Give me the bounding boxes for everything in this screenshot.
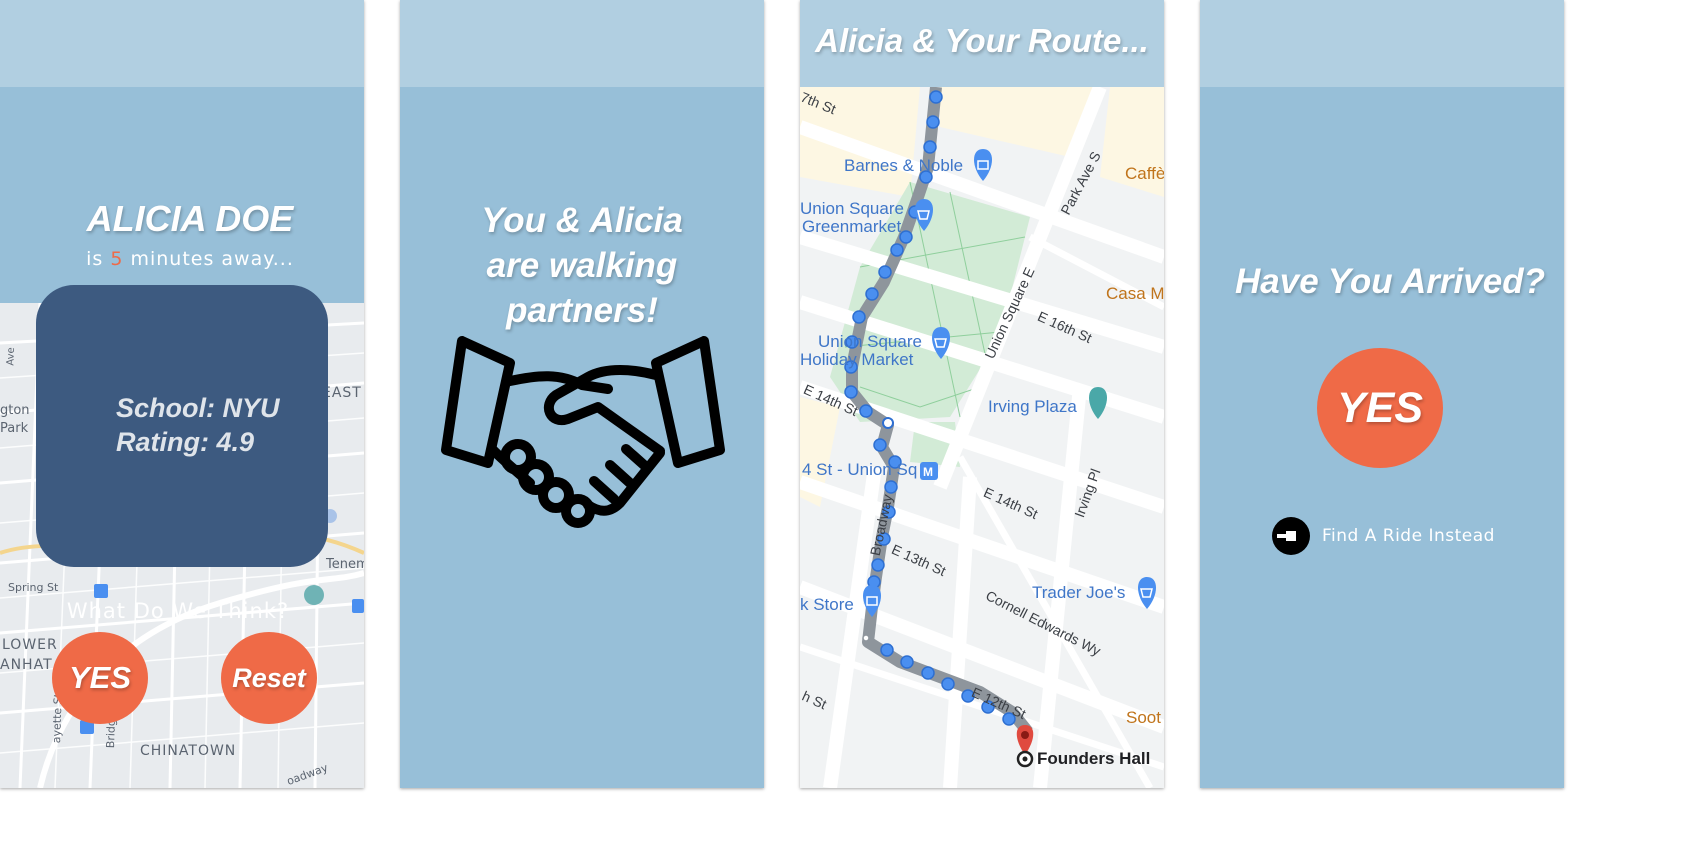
screen-arrival: Have You Arrived? YES Find A Ride Instea… bbox=[1200, 0, 1564, 788]
map-label-spring-st: Spring St bbox=[8, 581, 59, 594]
map-label-chinatown: CHINATOWN bbox=[140, 743, 237, 759]
rating-text: Rating: 4.9 bbox=[116, 427, 255, 457]
arrived-yes-button[interactable]: YES bbox=[1317, 348, 1443, 468]
poi-greenmarket-line-1[interactable]: Union Square bbox=[800, 200, 904, 218]
poi-union-sq-subway[interactable]: 4 St - Union Sq bbox=[802, 461, 917, 479]
map-label-ave: Ave bbox=[5, 347, 17, 366]
eta-text: is 5 minutes away... bbox=[0, 248, 364, 270]
poi-k-store[interactable]: k Store bbox=[800, 596, 854, 614]
poi-holiday-market-line-2[interactable]: Holiday Market bbox=[800, 351, 913, 369]
poi-irving-plaza[interactable]: Irving Plaza bbox=[988, 398, 1077, 416]
poi-soot[interactable]: Soot bbox=[1126, 708, 1161, 728]
match-line-1: You & Alicia bbox=[481, 201, 683, 240]
uber-icon bbox=[1272, 517, 1310, 555]
map-label-gton: gton bbox=[0, 403, 30, 418]
poi-casa[interactable]: Casa M bbox=[1106, 284, 1164, 304]
poi-caffe[interactable]: Caffè bbox=[1125, 164, 1164, 184]
screen-route: Alicia & Your Route... M Barnes & Noble … bbox=[800, 0, 1164, 788]
partner-name: ALICIA DOE bbox=[86, 198, 294, 239]
eta-minutes: 5 bbox=[110, 248, 124, 270]
map-label-park: Park bbox=[0, 421, 29, 436]
match-message: You & Alicia are walking partners! bbox=[400, 198, 764, 333]
destination-founders-hall[interactable]: Founders Hall bbox=[1037, 749, 1150, 769]
top-bar bbox=[400, 0, 764, 87]
handshake-icon bbox=[441, 336, 725, 528]
route-title: Alicia & Your Route... bbox=[815, 22, 1149, 59]
reset-button[interactable]: Reset bbox=[221, 632, 317, 724]
screen-match: You & Alicia are walking partners! bbox=[400, 0, 764, 788]
map-label-lower: LOWER bbox=[2, 637, 58, 653]
top-bar bbox=[1200, 0, 1564, 87]
arrival-question: Have You Arrived? bbox=[1235, 262, 1545, 301]
svg-text:M: M bbox=[923, 465, 933, 479]
find-ride-label: Find A Ride Instead bbox=[1322, 526, 1495, 546]
eta-prefix: is bbox=[86, 248, 111, 270]
school-text: School: NYU bbox=[116, 393, 280, 423]
partner-info-card: School: NYU Rating: 4.9 bbox=[36, 285, 328, 567]
poi-barnes-noble[interactable]: Barnes & Noble bbox=[844, 157, 963, 175]
yes-button[interactable]: YES bbox=[52, 632, 148, 724]
poi-greenmarket-line-2[interactable]: Greenmarket bbox=[802, 218, 901, 236]
match-line-2: are walking bbox=[486, 246, 678, 285]
decision-prompt: What Do We Think? bbox=[66, 599, 290, 623]
poi-holiday-market-line-1[interactable]: Union Square bbox=[818, 333, 922, 351]
map-label-manhattan: ANHAT bbox=[0, 657, 53, 673]
find-ride-link[interactable]: Find A Ride Instead bbox=[1272, 517, 1495, 555]
poi-trader-joes[interactable]: Trader Joe's bbox=[1032, 584, 1125, 602]
match-line-3: partners! bbox=[506, 291, 658, 330]
screen-profile: EAST gton Park Tenemer Spring St LOWER A… bbox=[0, 0, 364, 788]
map-label-tenement: Tenemer bbox=[326, 557, 364, 572]
top-bar bbox=[0, 0, 364, 87]
eta-suffix: minutes away... bbox=[123, 248, 294, 270]
route-map[interactable]: M Barnes & Noble Union Square Greenmarke… bbox=[800, 84, 1164, 788]
